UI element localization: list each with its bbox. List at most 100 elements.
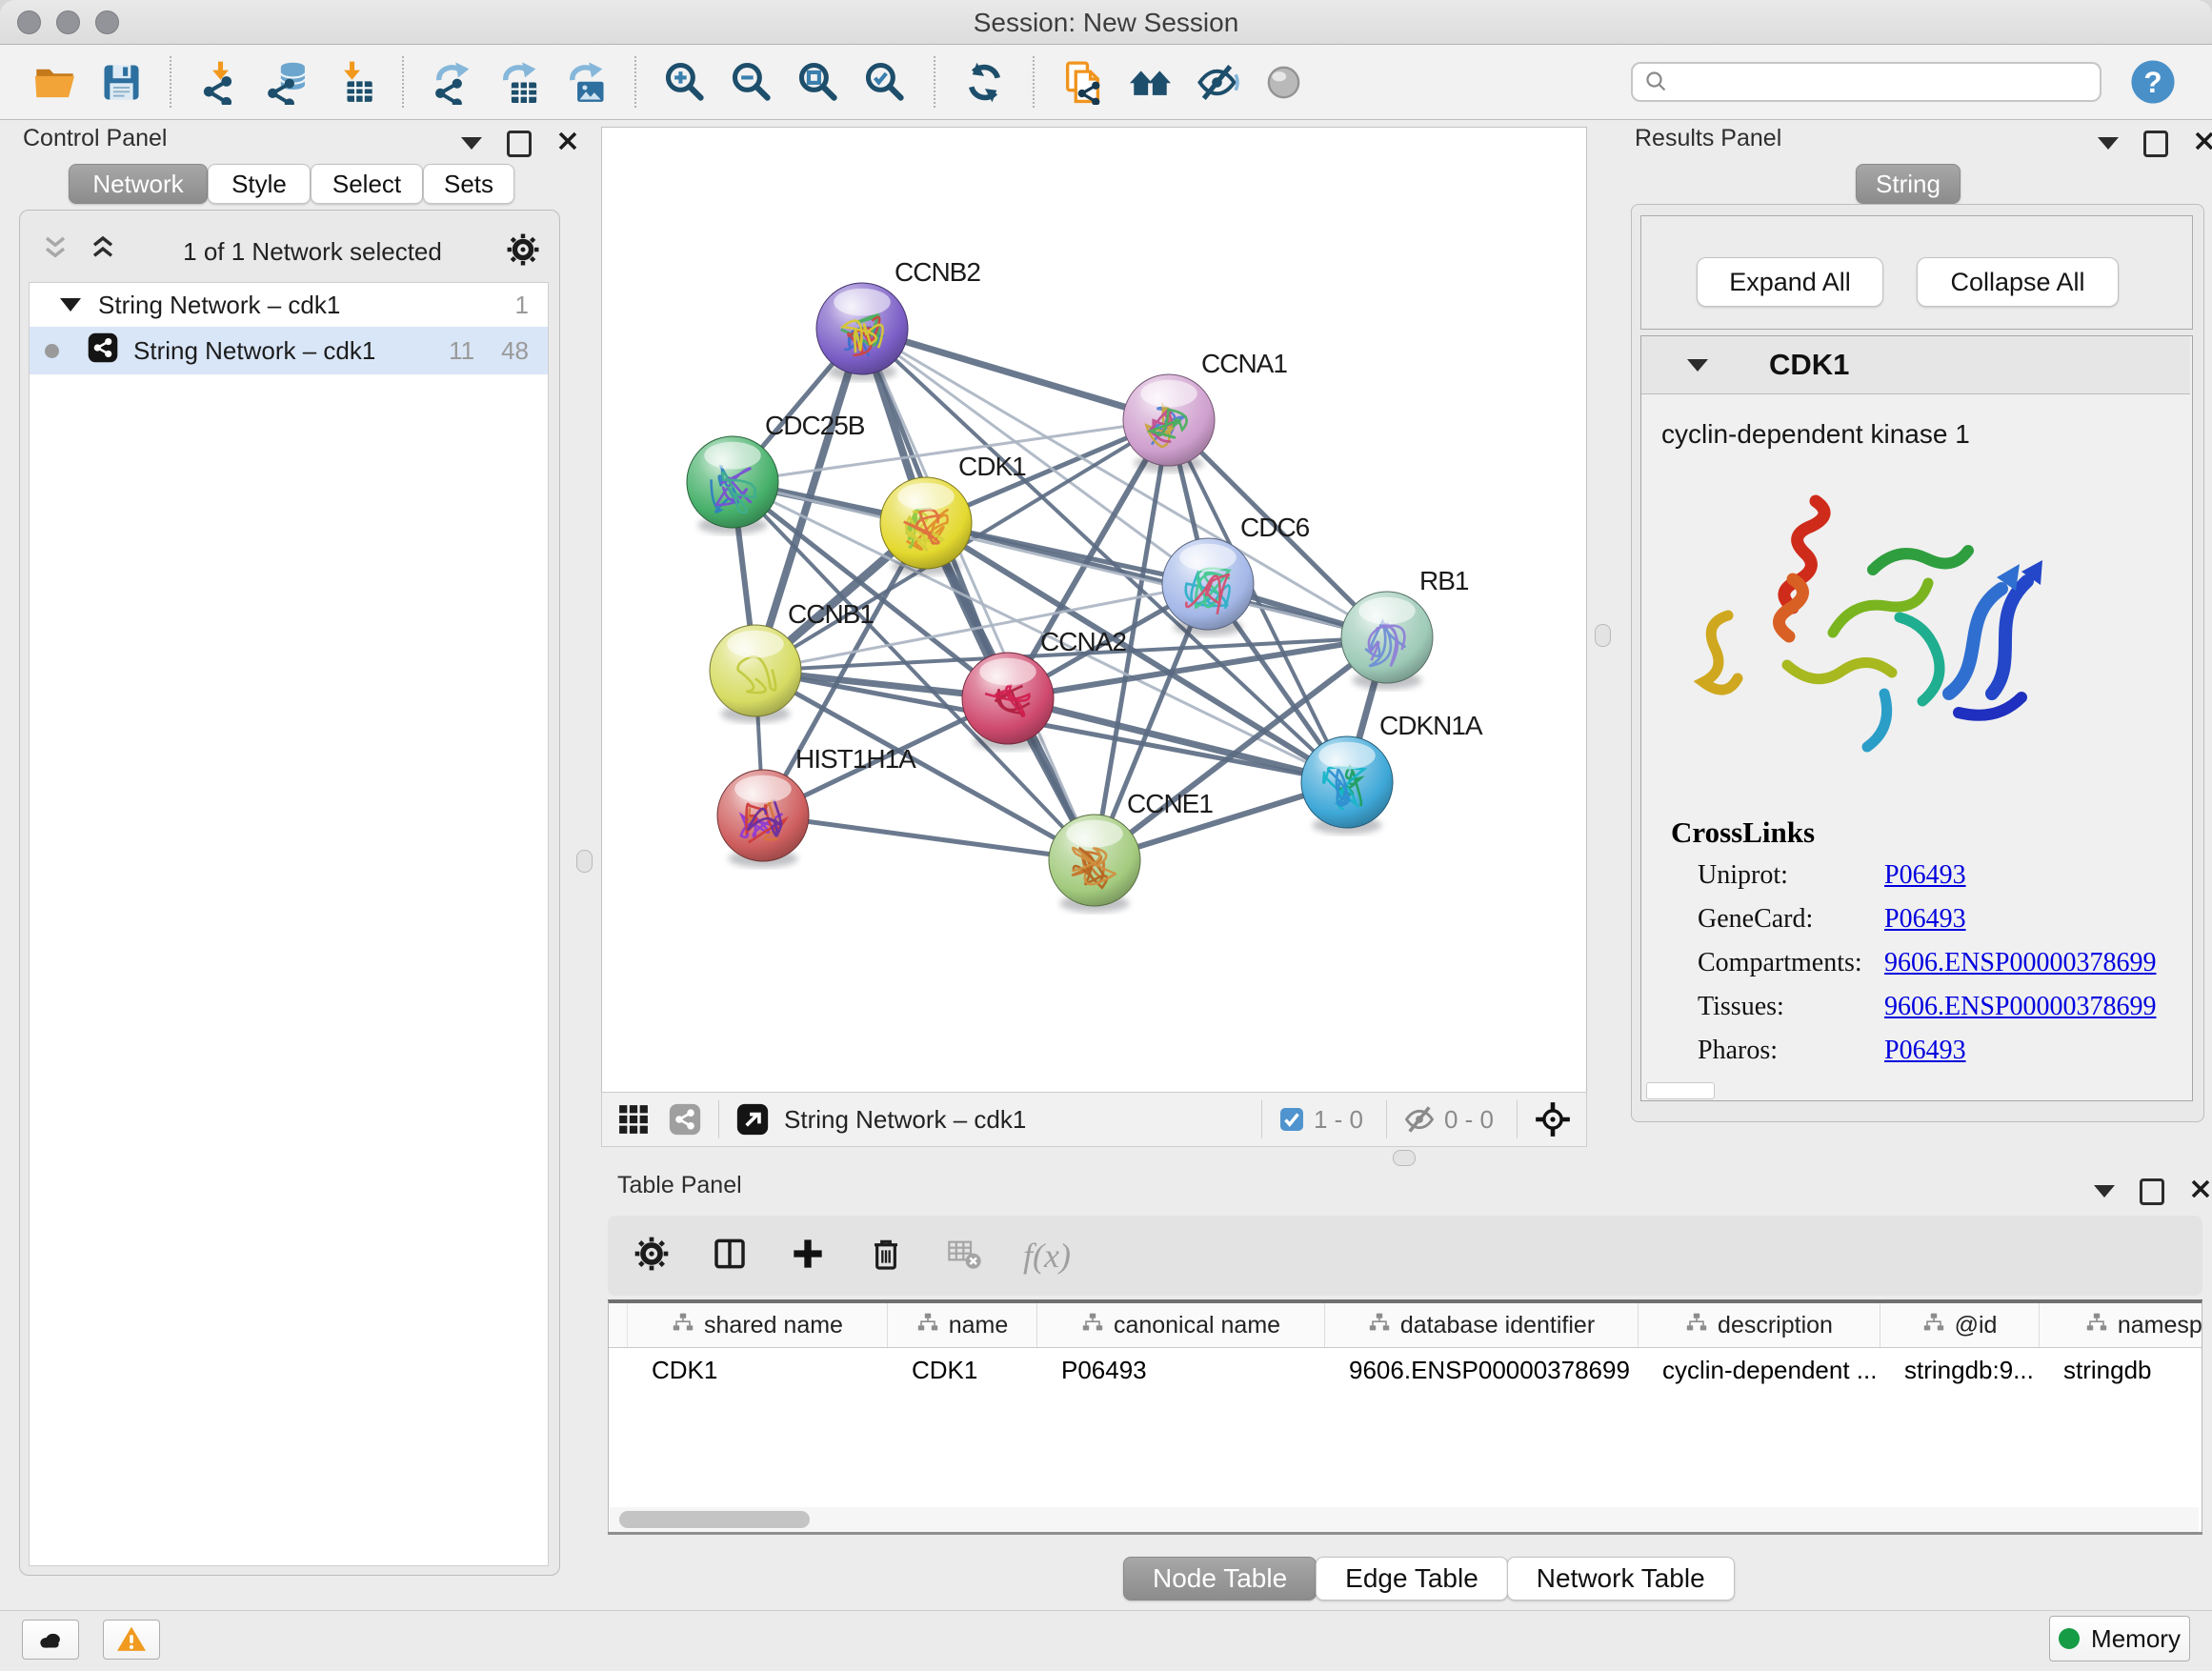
node-CDKN1A[interactable]: CDKN1A <box>1301 711 1483 835</box>
import-table-button[interactable] <box>326 53 381 111</box>
zoom-out-button[interactable] <box>724 53 779 111</box>
column-header-description[interactable]: description <box>1639 1303 1880 1347</box>
results-panel-collapse-icon[interactable] <box>2098 137 2119 150</box>
zoom-selected-button[interactable] <box>857 53 913 111</box>
crosslink-link[interactable]: P06493 <box>1884 1036 1966 1066</box>
results-gene-header[interactable]: CDK1 <box>1641 336 2190 394</box>
cell-database-identifier: 9606.ENSP00000378699 <box>1325 1348 1639 1392</box>
save-session-button[interactable] <box>93 53 149 111</box>
gene-symbol: CDK1 <box>1769 348 1849 382</box>
column-header-name[interactable]: name <box>888 1303 1037 1347</box>
bottom-splitter-handle[interactable] <box>1393 1150 1416 1166</box>
warning-icon <box>115 1623 148 1656</box>
hide-selected-button[interactable] <box>1189 53 1244 111</box>
cloud-status-button[interactable] <box>22 1620 79 1660</box>
collapse-all-icon[interactable] <box>38 232 72 272</box>
results-panel-close-icon[interactable] <box>2193 130 2212 157</box>
control-panel-title: Control Panel <box>23 125 167 152</box>
memory-status-dot-icon <box>2059 1628 2080 1649</box>
gene-section-collapse-icon[interactable] <box>1687 359 1708 372</box>
column-header-shared-name[interactable]: shared name <box>628 1303 888 1347</box>
table-panel-float-icon[interactable] <box>2140 1178 2164 1205</box>
search-box[interactable] <box>1631 62 2101 102</box>
warnings-button[interactable] <box>103 1620 160 1660</box>
tab-style[interactable]: Style <box>208 164 311 204</box>
crosslink-link[interactable]: 9606.ENSP00000378699 <box>1884 948 2156 978</box>
node-HIST1H1A[interactable]: HIST1H1A <box>717 744 916 868</box>
results-panel-float-icon[interactable] <box>2143 131 2168 157</box>
titlebar: Session: New Session <box>0 0 2212 45</box>
network-collection-row[interactable]: String Network – cdk1 1 <box>30 283 548 327</box>
network-row-selected[interactable]: String Network – cdk1 11 48 <box>30 327 548 374</box>
tab-network-table[interactable]: Network Table <box>1507 1557 1735 1601</box>
left-splitter-handle[interactable] <box>576 850 593 873</box>
delete-column-icon[interactable] <box>867 1235 905 1278</box>
control-panel-float-icon[interactable] <box>507 131 532 157</box>
string-view-icon[interactable] <box>667 1101 703 1137</box>
open-session-button[interactable] <box>27 53 82 111</box>
tab-sets[interactable]: Sets <box>423 164 514 204</box>
export-table-button[interactable] <box>492 53 547 111</box>
selected-checkbox-icon[interactable] <box>1277 1105 1306 1134</box>
crosslink-link[interactable]: 9606.ENSP00000378699 <box>1884 992 2156 1022</box>
fit-selected-crosshair-icon[interactable] <box>1533 1099 1573 1139</box>
search-input[interactable] <box>1671 68 2090 97</box>
crosslink-link[interactable]: P06493 <box>1884 860 1966 891</box>
show-all-button[interactable] <box>1256 53 1311 111</box>
export-network-button[interactable] <box>425 53 480 111</box>
crosslink-row: Pharos: P06493 <box>1698 1036 2174 1066</box>
detach-view-icon[interactable] <box>734 1101 771 1137</box>
column-header-canonical-name[interactable]: canonical name <box>1037 1303 1325 1347</box>
network-options-gear-icon[interactable] <box>505 232 541 272</box>
zoom-fit-button[interactable] <box>791 53 846 111</box>
zoom-in-button[interactable] <box>657 53 713 111</box>
export-image-button[interactable] <box>558 53 613 111</box>
tree-expander-icon[interactable] <box>60 298 81 312</box>
collapse-all-button[interactable]: Collapse All <box>1917 257 2119 307</box>
tab-node-table[interactable]: Node Table <box>1123 1557 1317 1601</box>
help-button[interactable]: ? <box>2128 57 2178 107</box>
crosslink-link[interactable]: P06493 <box>1884 904 1966 935</box>
node-label-RB1: RB1 <box>1419 566 1469 595</box>
tab-network[interactable]: Network <box>69 164 208 204</box>
node-CDK1[interactable]: CDK1 <box>880 452 1026 575</box>
table-toolbar: f(x) <box>608 1216 2202 1296</box>
column-header--id[interactable]: @id <box>1880 1303 2040 1347</box>
results-scrollbar-stub[interactable] <box>1646 1082 1715 1099</box>
refresh-button[interactable] <box>956 53 1012 111</box>
node-CDC6[interactable]: CDC6 <box>1162 513 1310 636</box>
add-column-icon[interactable] <box>789 1235 827 1278</box>
expand-all-button[interactable]: Expand All <box>1697 257 1883 307</box>
show-columns-icon[interactable] <box>711 1235 749 1278</box>
table-panel-close-icon[interactable] <box>2189 1178 2212 1205</box>
right-splitter-handle[interactable] <box>1595 624 1611 647</box>
tab-select[interactable]: Select <box>311 164 423 204</box>
table-gear-icon[interactable] <box>633 1235 671 1278</box>
gene-description: cyclin-dependent kinase 1 <box>1661 419 1970 450</box>
svg-text:?: ? <box>2143 66 2162 99</box>
scrollbar-thumb[interactable] <box>619 1511 810 1528</box>
control-panel-collapse-icon[interactable] <box>461 137 482 150</box>
cell-shared-name: CDK1 <box>628 1348 888 1392</box>
column-header-namespace[interactable]: namespace <box>2040 1303 2202 1347</box>
import-network-button[interactable] <box>192 53 248 111</box>
column-header-database-identifier[interactable]: database identifier <box>1325 1303 1639 1347</box>
tab-edge-table[interactable]: Edge Table <box>1316 1557 1508 1601</box>
home-button[interactable] <box>1122 53 1177 111</box>
node-CCNE1[interactable]: CCNE1 <box>1049 789 1213 913</box>
network-canvas[interactable]: CCNB2 CCNA1 CDC25B CDK1 CDC6 RB1 <box>601 127 1587 1093</box>
birds-eye-grid-icon[interactable] <box>615 1101 652 1137</box>
node-RB1[interactable]: RB1 <box>1341 566 1469 690</box>
expand-all-icon[interactable] <box>86 232 120 272</box>
clone-network-button[interactable] <box>1056 53 1111 111</box>
table-horizontal-scrollbar[interactable] <box>610 1507 2199 1532</box>
memory-button[interactable]: Memory <box>2049 1616 2190 1661</box>
cell-description: cyclin-dependent ... <box>1639 1348 1880 1392</box>
table-panel-collapse-icon[interactable] <box>2094 1185 2115 1198</box>
hidden-eye-slash-icon[interactable] <box>1402 1102 1437 1137</box>
node-table: shared namenamecanonical namedatabase id… <box>608 1299 2202 1534</box>
control-panel-close-icon[interactable] <box>556 130 579 157</box>
import-database-button[interactable] <box>259 53 314 111</box>
tab-string[interactable]: String <box>1856 164 1961 204</box>
table-row[interactable]: CDK1CDK1P064939606.ENSP00000378699cyclin… <box>609 1348 2202 1392</box>
